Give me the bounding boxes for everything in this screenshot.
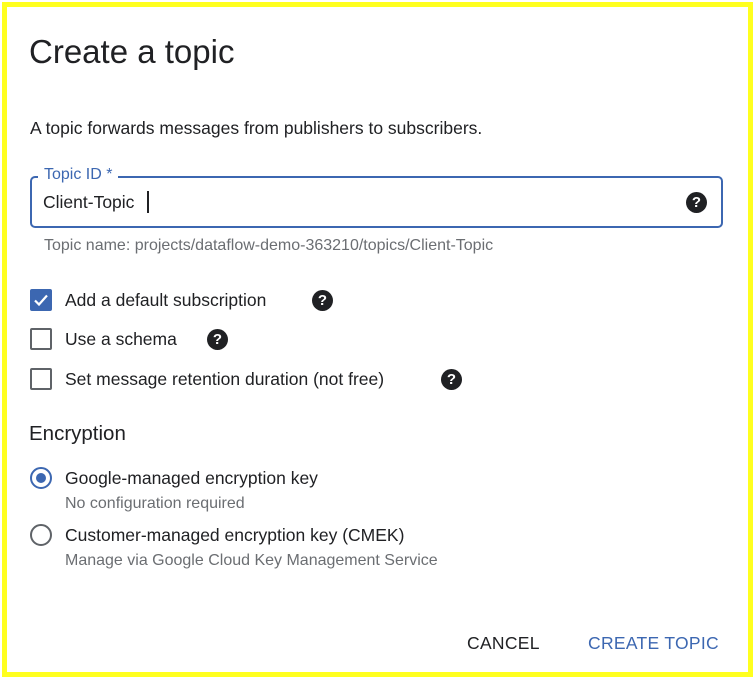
default-subscription-help-icon[interactable]: ? — [312, 290, 333, 311]
retention-label: Set message retention duration (not free… — [65, 369, 385, 389]
dialog-description: A topic forwards messages from publisher… — [30, 118, 483, 138]
dialog-title: Create a topic — [29, 33, 235, 70]
text-caret — [147, 191, 149, 213]
topic-name-hint: Topic name: projects/dataflow-demo-36321… — [44, 237, 494, 254]
google-managed-key-sub: No configuration required — [65, 495, 245, 512]
encryption-title: Encryption — [29, 422, 126, 445]
cancel-button[interactable]: CANCEL — [467, 632, 540, 654]
topic-id-help-icon[interactable]: ? — [686, 192, 707, 213]
retention-help-icon[interactable]: ? — [441, 369, 462, 390]
cmek-sub: Manage via Google Cloud Key Management S… — [65, 552, 438, 569]
use-schema-label: Use a schema — [65, 329, 177, 349]
default-subscription-checkbox[interactable] — [30, 289, 52, 311]
google-managed-key-label: Google-managed encryption key — [65, 468, 318, 488]
cmek-radio[interactable] — [30, 524, 52, 546]
topic-id-label: Topic ID * — [38, 165, 119, 185]
topic-id-input[interactable] — [43, 190, 643, 214]
use-schema-help-icon[interactable]: ? — [207, 329, 228, 350]
retention-checkbox[interactable] — [30, 368, 52, 390]
radio-selected-dot — [36, 473, 46, 483]
use-schema-checkbox[interactable] — [30, 328, 52, 350]
cmek-label: Customer-managed encryption key (CMEK) — [65, 525, 405, 545]
google-managed-key-radio[interactable] — [30, 467, 52, 489]
create-topic-button[interactable]: CREATE TOPIC — [588, 632, 719, 654]
default-subscription-label: Add a default subscription — [65, 290, 267, 310]
checkmark-icon — [34, 294, 48, 307]
